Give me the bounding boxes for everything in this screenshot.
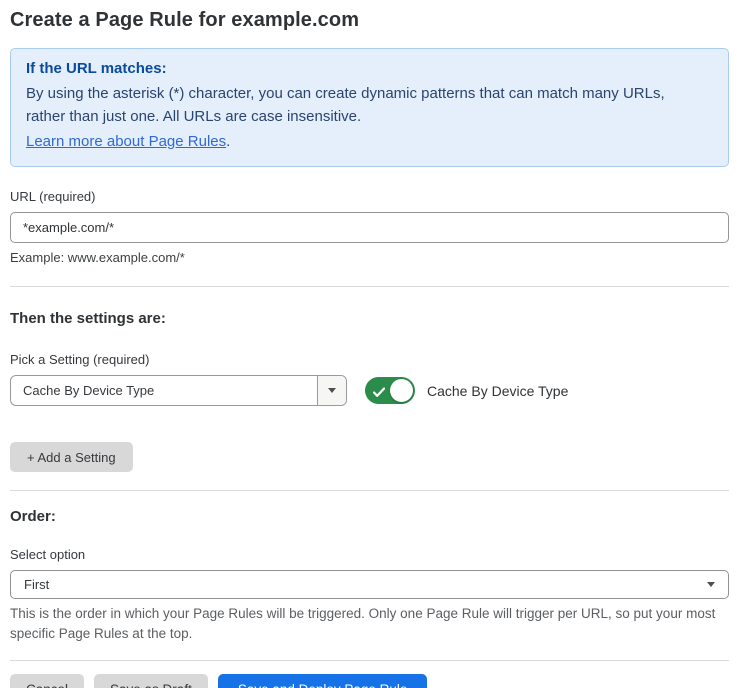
page-rule-form: Create a Page Rule for example.com If th… <box>10 0 729 688</box>
setting-row: Cache By Device Type Cache By Device Typ… <box>10 375 729 406</box>
order-select[interactable]: First <box>10 570 729 599</box>
link-suffix: . <box>226 133 230 150</box>
pick-setting-label: Pick a Setting (required) <box>10 352 729 367</box>
save-draft-button[interactable]: Save as Draft <box>94 674 208 688</box>
cancel-button[interactable]: Cancel <box>10 674 84 688</box>
url-field-label: URL (required) <box>10 189 729 204</box>
check-icon <box>373 385 385 403</box>
page-title: Create a Page Rule for example.com <box>10 0 729 32</box>
learn-more-link[interactable]: Learn more about Page Rules <box>26 133 226 150</box>
save-deploy-button[interactable]: Save and Deploy Page Rule <box>218 674 428 688</box>
divider <box>10 660 729 661</box>
url-input[interactable] <box>10 212 729 243</box>
toggle-label: Cache By Device Type <box>427 383 568 399</box>
url-example-text: Example: www.example.com/* <box>10 250 729 265</box>
cache-by-device-toggle[interactable] <box>365 377 415 404</box>
info-box-link-line: Learn more about Page Rules. <box>26 131 713 154</box>
setting-select-arrow-button[interactable] <box>317 376 346 405</box>
divider <box>10 490 729 491</box>
form-actions: Cancel Save as Draft Save and Deploy Pag… <box>10 674 729 688</box>
order-select-value: First <box>24 577 49 592</box>
chevron-down-icon <box>328 388 336 393</box>
settings-section-heading: Then the settings are: <box>10 310 729 327</box>
info-box-heading: If the URL matches: <box>26 60 713 77</box>
chevron-down-icon <box>707 582 715 587</box>
url-match-info-box: If the URL matches: By using the asteris… <box>10 48 729 167</box>
setting-select[interactable]: Cache By Device Type <box>10 375 347 406</box>
info-box-body: By using the asterisk (*) character, you… <box>26 82 706 129</box>
setting-select-value: Cache By Device Type <box>11 376 317 405</box>
divider <box>10 286 729 287</box>
order-section-heading: Order: <box>10 508 729 525</box>
order-select-label: Select option <box>10 547 729 562</box>
toggle-knob[interactable] <box>390 379 413 402</box>
order-help-text: This is the order in which your Page Rul… <box>10 604 725 645</box>
add-setting-button[interactable]: + Add a Setting <box>10 442 133 472</box>
